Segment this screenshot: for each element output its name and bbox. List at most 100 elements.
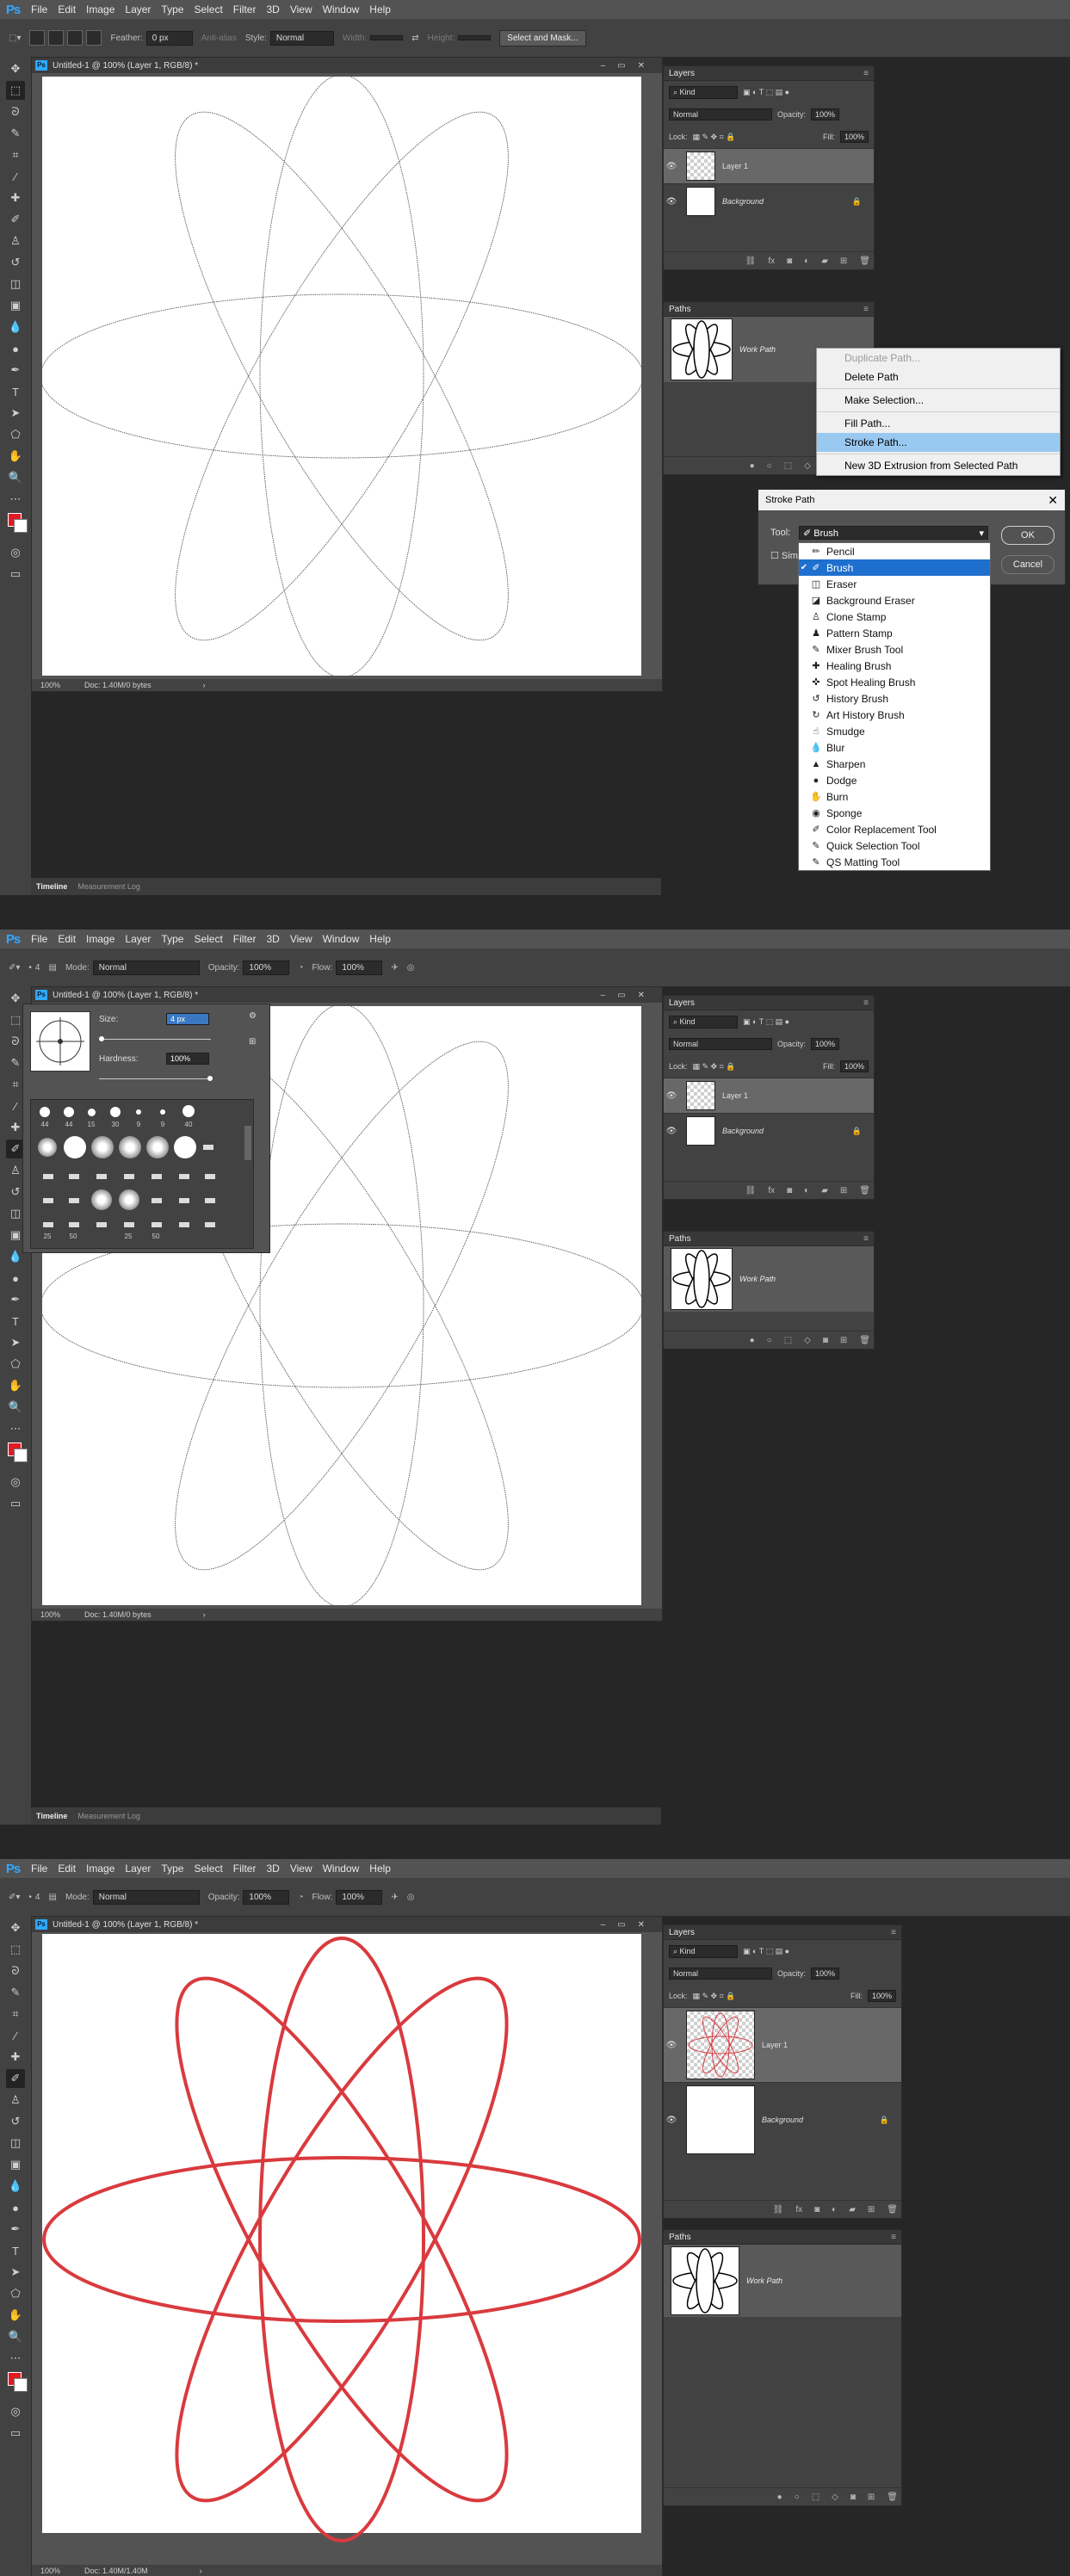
more-tools-icon[interactable]: ⋯ (6, 2349, 25, 2368)
dodge-tool-icon[interactable]: ● (6, 2198, 25, 2217)
tool-option[interactable]: ✜ Spot Healing Brush (799, 674, 990, 690)
dodge-tool-icon[interactable]: ● (6, 339, 25, 358)
group-icon[interactable]: ▰ (849, 2205, 856, 2215)
tool-option[interactable]: ✎ QS Matting Tool (799, 854, 990, 870)
panel-menu-icon[interactable]: ≡ (863, 1234, 869, 1244)
pressure-size-icon[interactable]: ◎ (407, 963, 415, 973)
stroke-path-icon[interactable]: ○ (767, 461, 772, 471)
brush-preset-tip[interactable] (152, 1198, 162, 1203)
visibility-eye-icon[interactable]: 👁 (664, 197, 679, 207)
doc-info[interactable]: Doc: 1.40M/0 bytes (84, 681, 152, 689)
new-layer-icon[interactable]: ⊞ (840, 1186, 847, 1195)
ok-button[interactable]: OK (1001, 526, 1055, 545)
layer-kind-filter[interactable]: ⌕ Kind (669, 85, 738, 99)
menu-help[interactable]: Help (364, 933, 396, 945)
status-arrow-icon[interactable]: › (203, 681, 206, 689)
blend-mode-select[interactable]: Normal (669, 1038, 772, 1050)
tool-option[interactable]: ● Dodge (799, 772, 990, 788)
brush-preset-dot[interactable] (64, 1136, 86, 1158)
brush-preset-dot[interactable] (160, 1109, 165, 1115)
group-icon[interactable]: ▰ (821, 256, 828, 266)
feather-input[interactable]: 0 px (145, 30, 193, 46)
airbrush-icon[interactable]: ✈ (391, 1893, 398, 1902)
menu-edit[interactable]: Edit (53, 3, 81, 15)
visibility-eye-icon[interactable]: 👁 (664, 1091, 679, 1101)
link-icon[interactable]: ⛓ (745, 256, 757, 266)
brush-preset-tip[interactable] (43, 1174, 53, 1179)
picker-gear-icon[interactable]: ⚙ (249, 1011, 257, 1021)
layer-row-background[interactable]: 👁 Background 🔒 (664, 183, 874, 219)
zoom-tool-icon[interactable]: 🔍 (6, 1398, 25, 1417)
size-slider-handle[interactable] (99, 1036, 104, 1041)
fill-path-icon[interactable]: ● (750, 461, 755, 471)
cancel-button[interactable]: Cancel (1001, 555, 1055, 574)
visibility-eye-icon[interactable]: 👁 (664, 2116, 679, 2125)
tool-option[interactable]: ♟ Pattern Stamp (799, 625, 990, 641)
brush-preset-tip[interactable] (205, 1198, 215, 1203)
brush-preset-tip[interactable] (43, 1222, 53, 1227)
tool-option[interactable]: ✔ ✐ Brush (799, 559, 990, 576)
trash-icon[interactable]: 🗑 (859, 1186, 870, 1195)
menu-type[interactable]: Type (156, 1863, 189, 1875)
layers-panel-title[interactable]: Layers (669, 998, 695, 1008)
menu-duplicate-path[interactable]: Duplicate Path... (817, 349, 1060, 368)
new-path-icon[interactable]: ⊞ (840, 1336, 847, 1345)
mode-select[interactable]: Normal (92, 960, 200, 975)
brush-preset-tip[interactable] (203, 1145, 213, 1150)
brush-preset-tip[interactable] (124, 1174, 134, 1179)
history-brush-tool-icon[interactable]: ↺ (6, 2112, 25, 2131)
size-input[interactable]: 4 px (166, 1013, 209, 1025)
brush-preset-dot[interactable] (64, 1107, 74, 1117)
new-layer-icon[interactable]: ⊞ (840, 256, 847, 266)
panel-menu-icon[interactable]: ≡ (863, 69, 869, 78)
work-path-row[interactable]: Work Path (664, 1246, 874, 1312)
load-selection-icon[interactable]: ⬚ (812, 2493, 820, 2502)
menu-edit[interactable]: Edit (53, 1863, 81, 1875)
opacity-input[interactable]: 100% (243, 1889, 290, 1905)
status-arrow-icon[interactable]: › (203, 1610, 206, 1619)
healing-tool-icon[interactable]: ✚ (6, 2048, 25, 2066)
mask-icon[interactable]: ◙ (787, 256, 792, 266)
filter-icons[interactable]: ▣ ◐ T ⬚ ▤ ● (743, 1947, 789, 1956)
menu-image[interactable]: Image (81, 933, 120, 945)
more-tools-icon[interactable]: ⋯ (6, 490, 25, 509)
brush-preset-tip[interactable] (124, 1222, 134, 1227)
opacity-input[interactable]: 100% (811, 108, 840, 120)
pen-tool-icon[interactable]: ✒ (6, 1290, 25, 1309)
fill-input[interactable]: 100% (839, 131, 869, 143)
make-work-path-icon[interactable]: ◇ (804, 1336, 811, 1345)
marquee-tool-icon[interactable]: ⬚ (6, 81, 25, 100)
stroke-path-icon[interactable]: ○ (795, 2493, 800, 2502)
menu-type[interactable]: Type (156, 933, 189, 945)
brush-preset-dot[interactable] (136, 1109, 141, 1115)
tool-option[interactable]: ☝ Smudge (799, 723, 990, 739)
tool-option[interactable]: ✐ Color Replacement Tool (799, 821, 990, 837)
brush-preset-tip[interactable] (179, 1198, 189, 1203)
fill-path-icon[interactable]: ● (777, 2493, 782, 2502)
menu-3d[interactable]: 3D (261, 933, 284, 945)
brush-tool-icon[interactable]: ✐ (6, 2069, 25, 2088)
eyedropper-tool-icon[interactable]: ⁄ (6, 2026, 25, 2045)
menu-type[interactable]: Type (156, 3, 189, 15)
hardness-slider-handle[interactable] (207, 1076, 213, 1081)
screen-mode-icon[interactable]: ▭ (6, 2424, 25, 2443)
flow-input[interactable]: 100% (336, 1889, 383, 1905)
brush-preset-tip[interactable] (205, 1174, 215, 1179)
brush-size-picker[interactable]: • 4 (28, 963, 40, 973)
tab-measurement-log[interactable]: Measurement Log (72, 882, 145, 891)
add-mask-icon[interactable]: ◙ (823, 1336, 828, 1345)
menu-window[interactable]: Window (318, 3, 365, 15)
fx-icon[interactable]: fx (795, 2205, 802, 2215)
style-select[interactable]: Normal (269, 30, 334, 46)
menu-filter[interactable]: Filter (228, 933, 262, 945)
menu-delete-path[interactable]: Delete Path (817, 368, 1060, 386)
paths-panel-title[interactable]: Paths (669, 305, 691, 314)
panel-menu-icon[interactable]: ≡ (891, 1928, 896, 1937)
trash-icon[interactable]: 🗑 (859, 1336, 870, 1345)
tool-select[interactable]: ✐ Brush ▾ (799, 526, 988, 540)
menu-image[interactable]: Image (81, 3, 120, 15)
layer-row-layer1[interactable]: 👁 Layer 1 (664, 1078, 874, 1113)
brush-angle-preview[interactable] (30, 1011, 90, 1072)
fx-icon[interactable]: fx (768, 256, 775, 266)
brush-preset-icon[interactable]: ✐▾ (9, 963, 20, 973)
